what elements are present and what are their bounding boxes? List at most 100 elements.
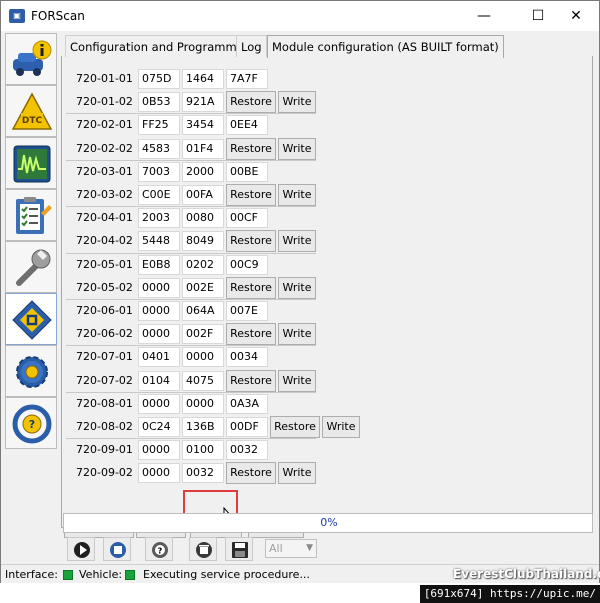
tab-module-configuration[interactable]: Module configuration (AS BUILT format) bbox=[267, 35, 504, 58]
sidebar-item-vehicle-info[interactable] bbox=[5, 33, 57, 85]
watermark: EverestClubThailand.com bbox=[453, 567, 600, 581]
sidebar-item-settings[interactable] bbox=[5, 345, 57, 397]
asbuilt-value-field[interactable]: 00DF bbox=[226, 417, 268, 437]
asbuilt-value-field[interactable]: 2000 bbox=[182, 161, 224, 182]
asbuilt-value-field[interactable]: 3454 bbox=[182, 115, 224, 136]
asbuilt-value-field[interactable]: 0C24 bbox=[138, 417, 180, 437]
write-button[interactable]: Write bbox=[278, 184, 316, 206]
asbuilt-value-field[interactable]: 0032 bbox=[226, 440, 268, 461]
asbuilt-value-field[interactable]: 00FA bbox=[182, 185, 224, 205]
save-button[interactable] bbox=[225, 537, 253, 561]
asbuilt-value-field[interactable]: 0000 bbox=[138, 324, 180, 345]
asbuilt-value-field[interactable]: 002F bbox=[182, 324, 224, 345]
write-button[interactable]: Write bbox=[278, 276, 316, 299]
asbuilt-value-field[interactable]: 0A3A bbox=[226, 393, 268, 414]
asbuilt-value-field[interactable]: 0104 bbox=[138, 370, 180, 391]
asbuilt-value-field[interactable]: 0000 bbox=[182, 393, 224, 414]
clear-icon bbox=[196, 542, 212, 558]
asbuilt-value-field[interactable]: 5448 bbox=[138, 231, 180, 252]
asbuilt-value-field[interactable]: 0202 bbox=[182, 254, 224, 275]
restore-button[interactable]: Restore bbox=[226, 91, 276, 114]
asbuilt-value-field[interactable]: 002E bbox=[182, 277, 224, 298]
tab-log[interactable]: Log bbox=[236, 35, 267, 57]
asbuilt-value-field[interactable]: E0B8 bbox=[138, 254, 180, 275]
asbuilt-value-field[interactable]: 2003 bbox=[138, 208, 180, 229]
asbuilt-address: 720-05-01 bbox=[76, 257, 133, 271]
sidebar-item-help[interactable]: ? bbox=[5, 397, 57, 449]
asbuilt-address: 720-08-02 bbox=[76, 420, 133, 433]
footer-strip: [691x674] https://upic.me/ bbox=[0, 583, 600, 603]
asbuilt-value-field[interactable]: 1464 bbox=[182, 69, 224, 89]
asbuilt-value-field[interactable]: 01F4 bbox=[182, 138, 224, 159]
asbuilt-value-field[interactable]: 0000 bbox=[138, 463, 180, 484]
asbuilt-value-field[interactable]: 0000 bbox=[138, 301, 180, 321]
asbuilt-value-field[interactable]: 0000 bbox=[138, 440, 180, 461]
image-host-tag: [691x674] https://upic.me/ bbox=[419, 585, 600, 603]
asbuilt-value-field[interactable]: 0032 bbox=[182, 463, 224, 484]
asbuilt-value-field[interactable]: 00C9 bbox=[226, 254, 268, 275]
write-button[interactable]: Write bbox=[322, 416, 360, 438]
play-icon bbox=[74, 542, 90, 558]
asbuilt-value-field[interactable]: 0080 bbox=[182, 208, 224, 229]
asbuilt-row: 720-06-02 0000 002F Restore Write bbox=[62, 323, 362, 346]
write-button[interactable]: Write bbox=[278, 369, 316, 392]
asbuilt-value-field[interactable]: C00E bbox=[138, 185, 180, 205]
asbuilt-value-field[interactable]: 064A bbox=[182, 301, 224, 321]
asbuilt-value-field[interactable]: 0000 bbox=[138, 277, 180, 298]
sidebar-item-tests[interactable] bbox=[5, 189, 57, 241]
car-info-icon bbox=[13, 40, 52, 76]
tab-configuration-programming[interactable]: Configuration and Programming bbox=[65, 35, 260, 57]
minimize-button[interactable]: — bbox=[461, 1, 507, 31]
asbuilt-value-field[interactable]: 00CF bbox=[226, 208, 268, 229]
close-button[interactable]: ✕ bbox=[553, 1, 599, 31]
asbuilt-value-field[interactable]: 075D bbox=[138, 69, 180, 89]
asbuilt-address: 720-05-02 bbox=[76, 280, 133, 294]
asbuilt-value-field[interactable]: 0401 bbox=[138, 347, 180, 368]
write-button[interactable]: Write bbox=[278, 462, 316, 485]
stop-icon bbox=[110, 542, 126, 558]
asbuilt-value-field[interactable]: 007E bbox=[226, 301, 268, 321]
asbuilt-value-field[interactable]: 4075 bbox=[182, 370, 224, 391]
asbuilt-address: 720-03-02 bbox=[76, 188, 133, 201]
dtc-icon: DTC bbox=[11, 92, 53, 130]
filter-select[interactable]: All ▼ bbox=[265, 539, 317, 558]
restore-button[interactable]: Restore bbox=[226, 276, 276, 299]
restore-button[interactable]: Restore bbox=[226, 462, 276, 485]
checklist-icon bbox=[16, 197, 52, 234]
stop-button[interactable] bbox=[103, 537, 131, 561]
restore-button[interactable]: Restore bbox=[226, 184, 276, 206]
sidebar-item-oscilloscope[interactable] bbox=[5, 137, 57, 189]
write-button[interactable]: Write bbox=[278, 323, 316, 346]
asbuilt-address: 720-07-02 bbox=[76, 373, 133, 387]
asbuilt-value-field[interactable]: 136B bbox=[182, 417, 224, 437]
asbuilt-value-field[interactable]: 7A7F bbox=[226, 69, 268, 89]
asbuilt-value-field[interactable]: 0034 bbox=[226, 347, 268, 368]
write-button[interactable]: Write bbox=[278, 230, 316, 253]
sidebar-item-service[interactable] bbox=[5, 241, 57, 293]
asbuilt-value-field[interactable]: 0000 bbox=[138, 393, 180, 414]
asbuilt-value-field[interactable]: 8049 bbox=[182, 231, 224, 252]
help-button[interactable]: ? bbox=[145, 537, 173, 561]
write-button[interactable]: Write bbox=[278, 91, 316, 114]
asbuilt-value-field[interactable]: 0EE4 bbox=[226, 115, 268, 136]
sidebar-item-configuration[interactable] bbox=[5, 293, 57, 345]
asbuilt-value-field[interactable]: 4583 bbox=[138, 138, 180, 159]
restore-button[interactable]: Restore bbox=[226, 230, 276, 253]
clear-button[interactable] bbox=[189, 537, 217, 561]
restore-button[interactable]: Restore bbox=[270, 416, 320, 438]
asbuilt-value-field[interactable]: 00BE bbox=[226, 161, 268, 182]
run-button[interactable] bbox=[67, 537, 95, 561]
asbuilt-value-field[interactable]: 0B53 bbox=[138, 92, 180, 113]
sidebar-item-dtc[interactable]: DTC bbox=[5, 85, 57, 137]
asbuilt-row: 720-08-01 0000 0000 0A3A bbox=[62, 393, 362, 416]
asbuilt-address: 720-09-02 bbox=[76, 466, 133, 480]
asbuilt-value-field[interactable]: 7003 bbox=[138, 161, 180, 182]
asbuilt-value-field[interactable]: 0100 bbox=[182, 440, 224, 461]
restore-button[interactable]: Restore bbox=[226, 323, 276, 346]
restore-button[interactable]: Restore bbox=[226, 137, 276, 160]
asbuilt-value-field[interactable]: FF25 bbox=[138, 115, 180, 136]
asbuilt-value-field[interactable]: 921A bbox=[182, 92, 224, 113]
asbuilt-value-field[interactable]: 0000 bbox=[182, 347, 224, 368]
write-button[interactable]: Write bbox=[278, 137, 316, 160]
restore-button[interactable]: Restore bbox=[226, 369, 276, 392]
